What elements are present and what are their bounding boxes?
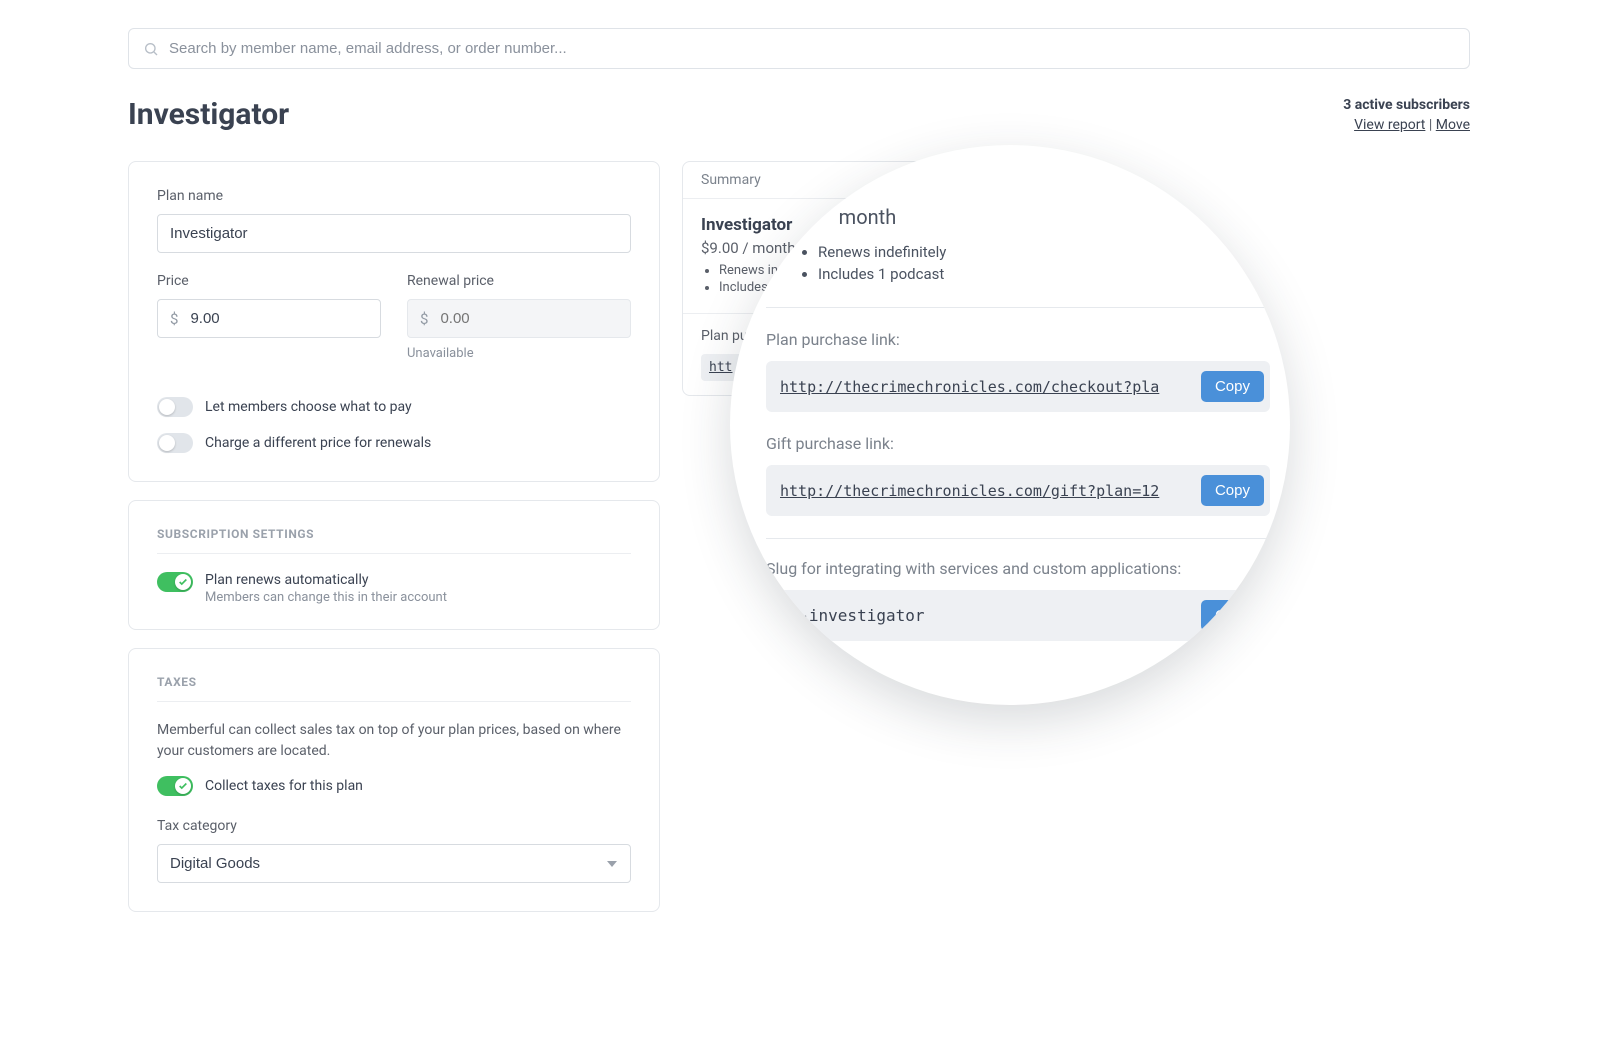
zoom-gift-link-row: http://thecrimechronicles.com/gift?plan=…: [766, 465, 1270, 516]
zoom-slug-label: Slug for integrating with services and c…: [766, 559, 1270, 578]
renewal-unavailable-note: Unavailable: [407, 346, 631, 361]
different-renewal-label: Charge a different price for renewals: [205, 435, 431, 451]
choose-pay-toggle[interactable]: [157, 397, 193, 417]
tax-category-select[interactable]: Digital Goods: [157, 844, 631, 883]
taxes-description: Memberful can collect sales tax on top o…: [157, 720, 631, 762]
zoom-bullet: Includes 1 podcast: [818, 265, 1270, 283]
currency-symbol: $: [158, 310, 186, 328]
zoom-slug-value[interactable]: 12-investigator: [780, 606, 1201, 625]
tax-category-label: Tax category: [157, 818, 631, 834]
copy-plan-link-button[interactable]: Copy: [1201, 371, 1264, 402]
zoom-plan-link-label: Plan purchase link:: [766, 330, 1270, 349]
collect-taxes-toggle[interactable]: [157, 776, 193, 796]
zoom-gift-link-label: Gift purchase link:: [766, 434, 1270, 453]
search-bar[interactable]: [128, 28, 1470, 69]
search-input[interactable]: [169, 40, 1455, 57]
price-input[interactable]: $: [157, 299, 381, 338]
zoom-detail-bubble: month Renews indefinitely Includes 1 pod…: [730, 145, 1290, 705]
renewal-price-input: $: [407, 299, 631, 338]
zoom-slug-row: 12-investigator Copy: [766, 590, 1270, 641]
taxes-card: TAXES Memberful can collect sales tax on…: [128, 648, 660, 912]
currency-symbol: $: [408, 310, 436, 328]
move-link[interactable]: Move: [1436, 117, 1470, 133]
choose-pay-label: Let members choose what to pay: [205, 399, 412, 415]
renewal-price-label: Renewal price: [407, 273, 631, 289]
auto-renew-toggle[interactable]: [157, 572, 193, 592]
different-renewal-toggle[interactable]: [157, 433, 193, 453]
search-icon: [143, 41, 159, 57]
auto-renew-label: Plan renews automatically: [205, 572, 447, 588]
price-value-input[interactable]: [186, 300, 380, 337]
taxes-section-title: TAXES: [157, 675, 631, 702]
active-subscribers-count: 3 active subscribers: [1343, 97, 1470, 113]
copy-gift-link-button[interactable]: Copy: [1201, 475, 1264, 506]
page-title: Investigator: [128, 97, 289, 132]
plan-name-label: Plan name: [157, 188, 631, 204]
subscription-settings-card: SUBSCRIPTION SETTINGS Plan renews automa…: [128, 500, 660, 630]
zoom-gift-url[interactable]: http://thecrimechronicles.com/gift?plan=…: [780, 482, 1201, 500]
collect-taxes-label: Collect taxes for this plan: [205, 778, 363, 794]
plan-details-card: Plan name Price $ Renewal price: [128, 161, 660, 482]
plan-name-input[interactable]: [157, 214, 631, 253]
view-report-link[interactable]: View report: [1354, 117, 1425, 133]
zoom-plan-url[interactable]: http://thecrimechronicles.com/checkout?p…: [780, 378, 1201, 396]
renewal-price-value-input: [436, 300, 630, 337]
subscription-section-title: SUBSCRIPTION SETTINGS: [157, 527, 631, 554]
auto-renew-sublabel: Members can change this in their account: [205, 590, 447, 605]
zoom-plan-link-row: http://thecrimechronicles.com/checkout?p…: [766, 361, 1270, 412]
price-label: Price: [157, 273, 381, 289]
header-link-divider: |: [1425, 117, 1435, 133]
zoom-bullet: Renews indefinitely: [818, 243, 1270, 261]
